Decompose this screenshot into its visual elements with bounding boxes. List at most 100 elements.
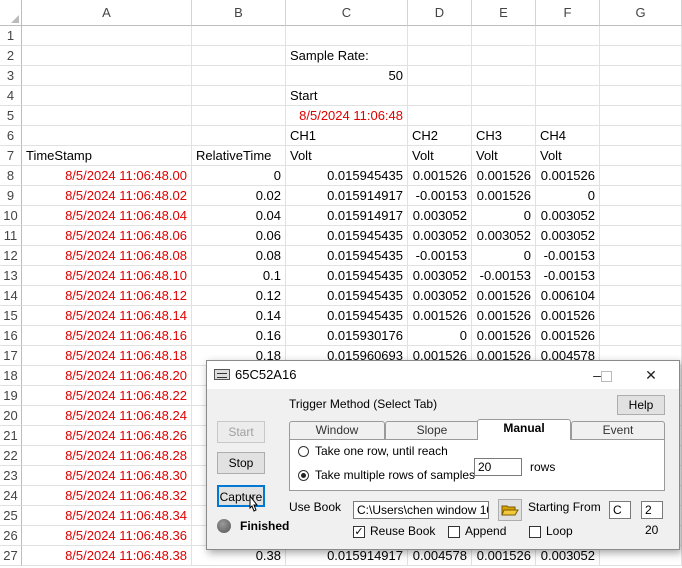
cell-b12[interactable]: 0.08 [192, 246, 286, 266]
row-header[interactable]: 7 [0, 146, 22, 166]
cell-b13[interactable]: 0.1 [192, 266, 286, 286]
cell-e13[interactable]: -0.00153 [472, 266, 536, 286]
folder-open-icon[interactable] [498, 499, 522, 521]
cell-c16[interactable]: 0.015930176 [286, 326, 408, 346]
row-header[interactable]: 21 [0, 426, 22, 446]
cell-a20[interactable]: 8/5/2024 11:06:48.24 [22, 406, 192, 426]
row-header[interactable]: 1 [0, 26, 22, 46]
cell-f15[interactable]: 0.001526 [536, 306, 600, 326]
cell-a24[interactable]: 8/5/2024 11:06:48.32 [22, 486, 192, 506]
reuse-book-checkbox[interactable]: ✓ [353, 526, 365, 538]
cell-d1[interactable] [408, 26, 472, 46]
tab-event[interactable]: Event [571, 421, 665, 439]
cell-e4[interactable] [472, 86, 536, 106]
cell-g14[interactable] [600, 286, 682, 306]
multi-rows-radio[interactable] [298, 470, 309, 481]
help-button[interactable]: Help [617, 395, 665, 415]
row-header[interactable]: 10 [0, 206, 22, 226]
tab-manual[interactable]: Manual [477, 419, 571, 440]
row-header[interactable]: 4 [0, 86, 22, 106]
cell-a14[interactable]: 8/5/2024 11:06:48.12 [22, 286, 192, 306]
row-header[interactable]: 9 [0, 186, 22, 206]
cell-f14[interactable]: 0.006104 [536, 286, 600, 306]
cell-e11[interactable]: 0.003052 [472, 226, 536, 246]
row-header[interactable]: 6 [0, 126, 22, 146]
cell-c4[interactable]: Start [286, 86, 408, 106]
cell-e5[interactable] [472, 106, 536, 126]
cell-d13[interactable]: 0.003052 [408, 266, 472, 286]
cell-f10[interactable]: 0.003052 [536, 206, 600, 226]
cell-g15[interactable] [600, 306, 682, 326]
cell-b3[interactable] [192, 66, 286, 86]
column-header-c[interactable]: C [286, 0, 408, 26]
column-header-a[interactable]: A [22, 0, 192, 26]
cell-c6[interactable]: CH1 [286, 126, 408, 146]
cell-g7[interactable] [600, 146, 682, 166]
cell-a17[interactable]: 8/5/2024 11:06:48.18 [22, 346, 192, 366]
cell-a22[interactable]: 8/5/2024 11:06:48.28 [22, 446, 192, 466]
cell-f11[interactable]: 0.003052 [536, 226, 600, 246]
cell-a16[interactable]: 8/5/2024 11:06:48.16 [22, 326, 192, 346]
cell-d5[interactable] [408, 106, 472, 126]
cell-d10[interactable]: 0.003052 [408, 206, 472, 226]
row-header[interactable]: 25 [0, 506, 22, 526]
cell-c14[interactable]: 0.015945435 [286, 286, 408, 306]
cell-g9[interactable] [600, 186, 682, 206]
row-header[interactable]: 19 [0, 386, 22, 406]
append-checkbox[interactable] [448, 526, 460, 538]
cell-a10[interactable]: 8/5/2024 11:06:48.04 [22, 206, 192, 226]
cell-f9[interactable]: 0 [536, 186, 600, 206]
cell-a3[interactable] [22, 66, 192, 86]
cell-e6[interactable]: CH3 [472, 126, 536, 146]
cell-d3[interactable] [408, 66, 472, 86]
start-row-input[interactable]: 2 [641, 501, 663, 519]
cell-f13[interactable]: -0.00153 [536, 266, 600, 286]
cell-a25[interactable]: 8/5/2024 11:06:48.34 [22, 506, 192, 526]
row-header[interactable]: 18 [0, 366, 22, 386]
row-header[interactable]: 12 [0, 246, 22, 266]
cell-g16[interactable] [600, 326, 682, 346]
cell-a4[interactable] [22, 86, 192, 106]
column-header-g[interactable]: G [600, 0, 682, 26]
tab-window[interactable]: Window [289, 421, 385, 439]
cell-a13[interactable]: 8/5/2024 11:06:48.10 [22, 266, 192, 286]
row-header[interactable]: 14 [0, 286, 22, 306]
cell-b7[interactable]: RelativeTime [192, 146, 286, 166]
cell-b9[interactable]: 0.02 [192, 186, 286, 206]
cell-g5[interactable] [600, 106, 682, 126]
cell-c15[interactable]: 0.015945435 [286, 306, 408, 326]
cell-a21[interactable]: 8/5/2024 11:06:48.26 [22, 426, 192, 446]
cell-g11[interactable] [600, 226, 682, 246]
cell-d2[interactable] [408, 46, 472, 66]
row-header[interactable]: 24 [0, 486, 22, 506]
cell-e15[interactable]: 0.001526 [472, 306, 536, 326]
cell-g3[interactable] [600, 66, 682, 86]
tab-slope[interactable]: Slope [385, 421, 479, 439]
cell-a26[interactable]: 8/5/2024 11:06:48.36 [22, 526, 192, 546]
cell-g2[interactable] [600, 46, 682, 66]
dialog-titlebar[interactable]: 65C52A16 – ✕ [207, 361, 679, 389]
cell-e2[interactable] [472, 46, 536, 66]
cell-c11[interactable]: 0.015945435 [286, 226, 408, 246]
cell-e3[interactable] [472, 66, 536, 86]
cell-f8[interactable]: 0.001526 [536, 166, 600, 186]
cell-c9[interactable]: 0.015914917 [286, 186, 408, 206]
cell-d6[interactable]: CH2 [408, 126, 472, 146]
row-header[interactable]: 15 [0, 306, 22, 326]
cell-a11[interactable]: 8/5/2024 11:06:48.06 [22, 226, 192, 246]
row-header[interactable]: 27 [0, 546, 22, 566]
one-row-radio[interactable] [298, 446, 309, 457]
select-all-corner[interactable] [0, 0, 22, 26]
row-header[interactable]: 20 [0, 406, 22, 426]
rows-input[interactable]: 20 [474, 458, 522, 476]
cell-c13[interactable]: 0.015945435 [286, 266, 408, 286]
row-header[interactable]: 23 [0, 466, 22, 486]
cell-b10[interactable]: 0.04 [192, 206, 286, 226]
cell-a1[interactable] [22, 26, 192, 46]
cell-g13[interactable] [600, 266, 682, 286]
column-header-f[interactable]: F [536, 0, 600, 26]
row-header[interactable]: 13 [0, 266, 22, 286]
book-path-input[interactable]: C:\Users\chen window 10\ [353, 501, 489, 519]
column-header-d[interactable]: D [408, 0, 472, 26]
row-header[interactable]: 22 [0, 446, 22, 466]
